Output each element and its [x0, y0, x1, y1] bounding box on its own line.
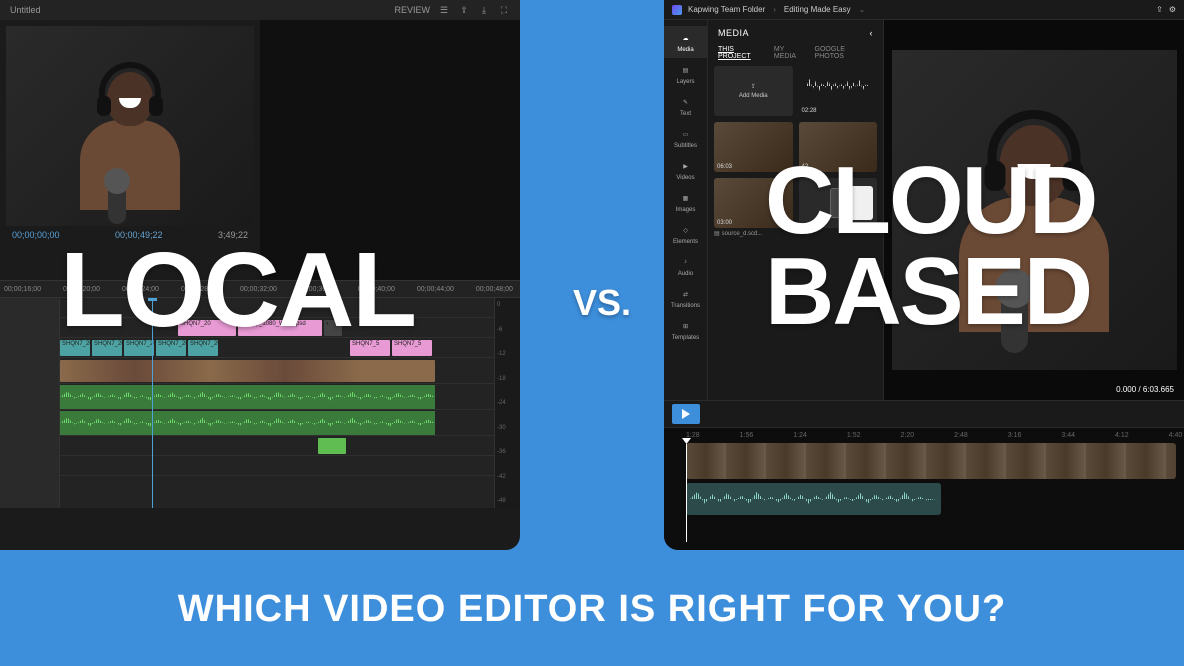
elements-icon: ◇ [679, 223, 693, 237]
breadcrumb-project[interactable]: Editing Made Easy [784, 5, 851, 14]
images-icon: ▦ [679, 191, 693, 205]
upload-icon: ⇪ [751, 83, 756, 90]
preview-subject [70, 54, 190, 214]
share-icon[interactable]: ⇪ [458, 4, 470, 16]
sidebar-item-elements[interactable]: ◇Elements [664, 218, 707, 250]
media-tabs: THIS PROJECT MY MEDIA GOOGLE PHOTOS [714, 44, 877, 66]
export-icon[interactable]: ⤓ [478, 4, 490, 16]
media-icon: ☁ [679, 31, 693, 45]
sidebar-item-templates[interactable]: ⊞Templates [664, 314, 707, 346]
layers-icon: ▤ [679, 63, 693, 77]
breadcrumb-folder[interactable]: Kapwing Team Folder [688, 5, 765, 14]
audio-level-meter: 0 -6 -12 -18 -24 -30 -36 -42 -48 [494, 298, 520, 508]
timecode-start: 00;00;00;00 [12, 230, 60, 240]
tab-this-project[interactable]: THIS PROJECT [718, 46, 766, 60]
project-title: Untitled [10, 5, 41, 15]
play-button[interactable] [672, 404, 700, 424]
fullscreen-icon[interactable]: ⛶ [498, 4, 510, 16]
track-headers[interactable] [0, 298, 60, 508]
file-icon: ▤ [714, 230, 720, 237]
media-item-audio[interactable]: 02:28 [799, 66, 878, 116]
audio-clip[interactable] [60, 385, 435, 409]
hero-vs-text: VS. [573, 282, 631, 324]
preview-player[interactable] [6, 26, 254, 226]
audio-track[interactable] [686, 483, 1176, 519]
sidebar-item-transitions[interactable]: ⇄Transitions [664, 282, 707, 314]
playhead[interactable] [686, 444, 687, 542]
review-label: REVIEW [394, 5, 430, 15]
share-icon[interactable]: ⇪ [1156, 5, 1163, 14]
kapwing-logo-icon[interactable] [672, 5, 682, 15]
sidebar-item-layers[interactable]: ▤Layers [664, 58, 707, 90]
audio-clip[interactable] [318, 438, 346, 454]
kapwing-topbar: Kapwing Team Folder › Editing Made Easy … [664, 0, 1184, 20]
sidebar-item-subtitles[interactable]: ▭Subtitles [664, 122, 707, 154]
sidebar-item-images[interactable]: ▦Images [664, 186, 707, 218]
hero-bottom-text: WHICH VIDEO EDITOR IS RIGHT FOR YOU? [0, 588, 1184, 631]
video-clip[interactable] [686, 443, 1176, 479]
audio-clip[interactable] [686, 483, 941, 515]
kapwing-timeline[interactable]: 1:28 1:56 1:24 1:52 2:20 2:48 3:16 3:44 … [664, 428, 1184, 550]
list-icon[interactable]: ☰ [438, 4, 450, 16]
kapwing-sidebar: ☁Media ▤Layers ✎Text ▭Subtitles ▶Videos … [664, 20, 708, 400]
chevron-down-icon[interactable]: ⌄ [859, 5, 866, 14]
subtitles-icon: ▭ [679, 127, 693, 141]
playback-controls [664, 400, 1184, 428]
preview-timecode: 0.000 / 6:03.665 [1116, 385, 1174, 394]
audio-icon: ♪ [679, 255, 693, 269]
media-panel-header: MEDIA ‹ [714, 26, 877, 44]
sidebar-item-text[interactable]: ✎Text [664, 90, 707, 122]
video-track[interactable] [686, 443, 1176, 479]
premiere-topbar: Untitled REVIEW ☰ ⇪ ⤓ ⛶ [0, 0, 520, 20]
videos-icon: ▶ [679, 159, 693, 173]
sidebar-item-audio[interactable]: ♪Audio [664, 250, 707, 282]
hero-local-text: LOCAL [60, 230, 415, 351]
video-clip-main[interactable] [60, 360, 435, 382]
settings-icon[interactable]: ⚙ [1169, 5, 1176, 14]
collapse-icon[interactable]: ‹ [870, 28, 874, 38]
chevron-right-icon: › [773, 5, 776, 14]
text-icon: ✎ [679, 95, 693, 109]
audio-clip[interactable] [60, 411, 435, 435]
add-media-button[interactable]: ⇪ Add Media [714, 66, 793, 116]
transitions-icon: ⇄ [679, 287, 693, 301]
tab-my-media[interactable]: MY MEDIA [774, 46, 807, 60]
sidebar-item-media[interactable]: ☁Media [664, 26, 707, 58]
sidebar-item-videos[interactable]: ▶Videos [664, 154, 707, 186]
timeline-ruler[interactable]: 1:28 1:56 1:24 1:52 2:20 2:48 3:16 3:44 … [672, 432, 1176, 439]
templates-icon: ⊞ [679, 319, 693, 333]
tab-google-photos[interactable]: GOOGLE PHOTOS [815, 46, 873, 60]
hero-cloud-text: CLOUD BASED [765, 155, 1184, 337]
